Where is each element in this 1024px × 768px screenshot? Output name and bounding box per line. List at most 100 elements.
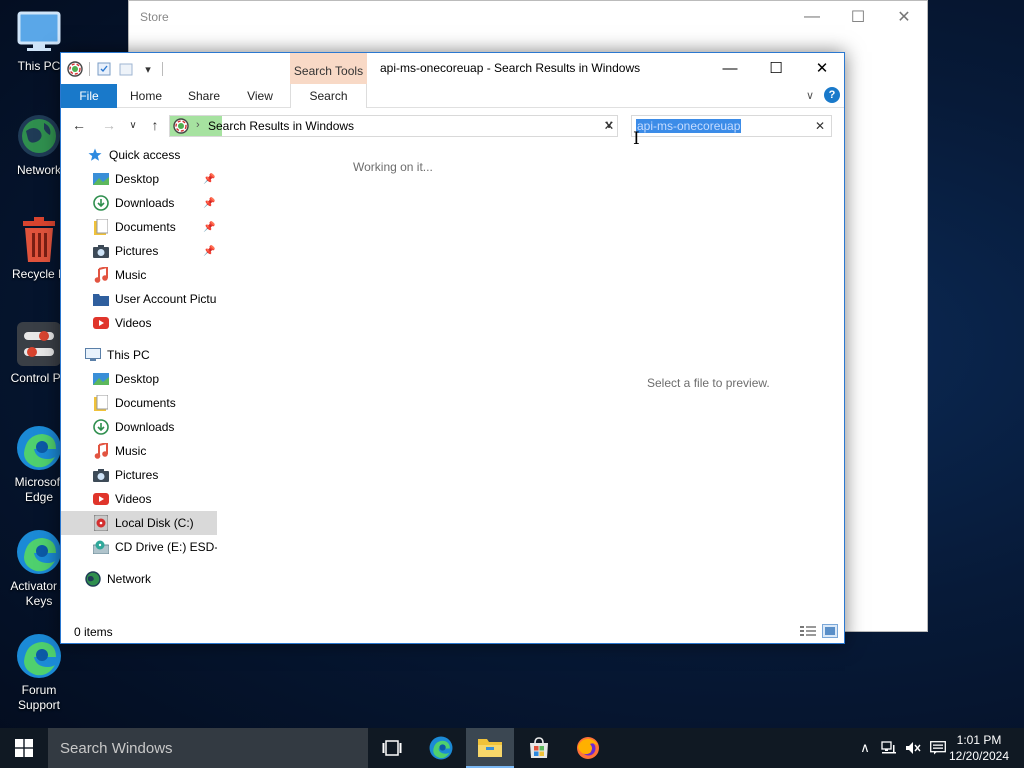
preview-pane-message: Select a file to preview. [647, 376, 770, 390]
new-folder-icon[interactable] [118, 61, 134, 77]
nav-this-pc[interactable]: This PC [61, 343, 217, 367]
nav-label: Desktop [115, 372, 160, 386]
tab-share[interactable]: Share [179, 84, 229, 108]
back-arrow-icon[interactable]: ← [69, 115, 89, 135]
expand-ribbon-chevron-icon[interactable]: ∨ [806, 89, 814, 102]
search-input-value[interactable]: api-ms-onecoreuap [636, 119, 742, 133]
globe-icon [15, 112, 63, 160]
help-icon[interactable]: ? [824, 87, 840, 103]
desktop-folder-icon [93, 371, 109, 387]
nav-label: Videos [115, 492, 152, 506]
breadcrumb[interactable]: Search Results in Windows [208, 119, 354, 133]
nav-label: Local Disk (C:) [115, 516, 194, 530]
volume-muted-icon[interactable] [902, 728, 924, 768]
large-icons-view-icon[interactable] [822, 624, 838, 638]
search-results-app-icon[interactable] [67, 61, 83, 77]
nav-quick-documents[interactable]: Documents 📌 [61, 215, 217, 239]
ribbon-tabs: File Home Share View Search ∨ ? [61, 84, 844, 108]
maximize-button[interactable]: ☐ [753, 53, 799, 83]
taskbar-firefox-button[interactable] [564, 728, 612, 768]
nav-quick-downloads[interactable]: Downloads 📌 [61, 191, 217, 215]
cd-drive-icon [93, 539, 109, 555]
recent-locations-chevron-icon[interactable]: ∨ [123, 115, 143, 135]
music-icon [93, 443, 109, 459]
nav-label: Pictures [115, 244, 159, 258]
taskbar-edge-button[interactable] [417, 728, 465, 768]
pin-icon[interactable]: 📌 [203, 174, 215, 185]
control-panel-icon [15, 320, 63, 368]
nav-label: Documents [115, 220, 176, 234]
downloads-icon [93, 195, 109, 211]
navigation-pane[interactable]: Quick access Desktop 📌 Downloads 📌 Docum… [61, 141, 217, 609]
toolbar-separator [89, 62, 90, 76]
store-title: Store [140, 10, 169, 24]
nav-quick-pictures[interactable]: Pictures 📌 [61, 239, 217, 263]
globe-icon [85, 571, 101, 587]
address-bar[interactable]: › Search Results in Windows ∨ [169, 115, 618, 137]
nav-quick-user-account-pictures[interactable]: User Account Pictur [61, 287, 217, 311]
taskbar: Search Windows ∧ 1:01 PM 12/20/2024 [0, 728, 1024, 768]
text-cursor-icon: I [633, 129, 640, 149]
clear-search-close-icon[interactable]: ✕ [815, 119, 825, 133]
item-count: 0 items [74, 625, 113, 639]
forward-arrow-icon[interactable]: → [99, 115, 119, 135]
music-icon [93, 267, 109, 283]
show-hidden-icons-chevron-icon[interactable]: ∧ [854, 728, 876, 768]
firefox-icon [577, 737, 599, 759]
nav-pc-music[interactable]: Music [61, 439, 217, 463]
nav-pc-videos[interactable]: Videos [61, 487, 217, 511]
start-button[interactable] [0, 728, 48, 768]
search-input[interactable]: api-ms-onecoreuap ✕ [631, 115, 832, 137]
minimize-button[interactable]: — [707, 53, 753, 83]
computer-icon [85, 347, 101, 363]
tab-home[interactable]: Home [123, 84, 169, 108]
tab-view[interactable]: View [237, 84, 283, 108]
nav-pc-documents[interactable]: Documents [61, 391, 217, 415]
recycle-bin-icon [15, 216, 63, 264]
properties-icon[interactable] [96, 61, 112, 77]
stop-search-close-icon[interactable]: ✕ [599, 115, 619, 137]
pin-icon[interactable]: 📌 [203, 222, 215, 233]
tab-search[interactable]: Search [290, 84, 367, 108]
pin-icon[interactable]: 📌 [203, 246, 215, 257]
customize-toolbar-chevron-icon[interactable]: ▾ [140, 61, 156, 77]
edge-icon [15, 632, 63, 680]
nav-pc-cd-drive[interactable]: CD Drive (E:) ESD-IS [61, 535, 217, 559]
title-bar[interactable]: ▾ Search Tools api-ms-onecoreuap - Searc… [61, 53, 844, 84]
taskbar-store-button[interactable] [515, 728, 563, 768]
tab-file[interactable]: File [61, 84, 117, 108]
nav-pc-downloads[interactable]: Downloads [61, 415, 217, 439]
details-view-icon[interactable] [800, 624, 816, 638]
desktop-icon-forum-support[interactable]: Forum Support [0, 632, 78, 713]
task-view-button[interactable] [368, 728, 416, 768]
taskbar-file-explorer-button[interactable] [466, 728, 514, 768]
navigation-bar: ← → ∨ ↑ › Search Results in Windows ∨ ✕ … [61, 109, 844, 141]
taskbar-search-box[interactable]: Search Windows [48, 728, 368, 768]
toolbar-separator [162, 62, 163, 76]
nav-label: Downloads [115, 420, 175, 434]
nav-pc-pictures[interactable]: Pictures [61, 463, 217, 487]
up-arrow-icon[interactable]: ↑ [145, 115, 165, 135]
nav-pc-local-disk[interactable]: Local Disk (C:) [61, 511, 217, 535]
store-close-button[interactable]: ✕ [881, 1, 927, 33]
nav-network[interactable]: Network [61, 567, 217, 591]
nav-label: CD Drive (E:) ESD-IS [115, 540, 217, 554]
task-view-icon [382, 740, 402, 756]
breadcrumb-chevron-icon[interactable]: › [196, 119, 200, 131]
network-status-icon[interactable] [878, 728, 900, 768]
pin-icon[interactable]: 📌 [203, 198, 215, 209]
nav-label: Quick access [109, 148, 181, 162]
nav-quick-music[interactable]: Music [61, 263, 217, 287]
nav-quick-videos[interactable]: Videos [61, 311, 217, 335]
file-explorer-window[interactable]: ▾ Search Tools api-ms-onecoreuap - Searc… [60, 52, 845, 644]
store-maximize-button[interactable]: ☐ [835, 1, 881, 33]
store-minimize-button[interactable]: — [789, 1, 835, 33]
nav-quick-access[interactable]: Quick access [61, 143, 217, 167]
nav-pc-desktop[interactable]: Desktop [61, 367, 217, 391]
taskbar-clock[interactable]: 1:01 PM 12/20/2024 [944, 732, 1014, 764]
nav-quick-desktop[interactable]: Desktop 📌 [61, 167, 217, 191]
file-explorer-icon [478, 739, 502, 757]
close-button[interactable]: ✕ [799, 53, 845, 83]
edge-icon [15, 424, 63, 472]
edge-icon [429, 736, 453, 760]
